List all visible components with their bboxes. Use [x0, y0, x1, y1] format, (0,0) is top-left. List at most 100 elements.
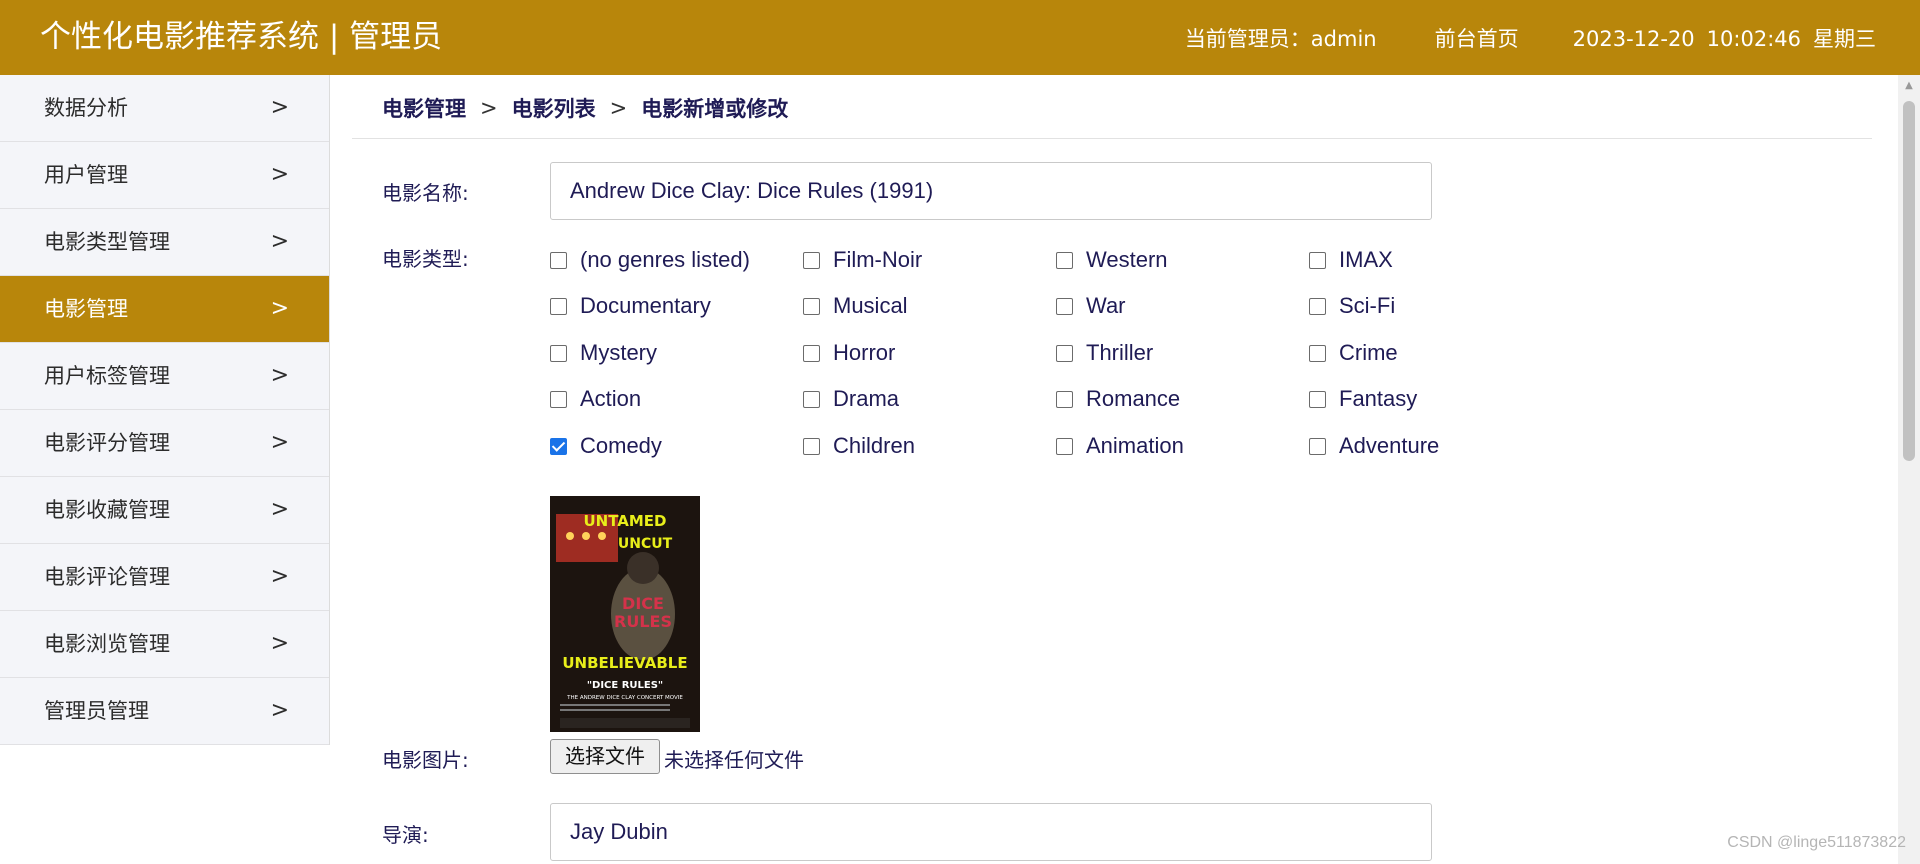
scroll-up-arrow-icon[interactable]: ▲ [1898, 75, 1920, 97]
genre-option[interactable]: Drama [803, 386, 899, 412]
genre-option[interactable]: Documentary [550, 293, 711, 319]
sidebar-item-label: 用户管理 [44, 163, 128, 187]
genre-option[interactable]: Comedy [550, 433, 662, 459]
sidebar-item-label: 管理员管理 [44, 699, 149, 723]
genre-option[interactable]: Horror [803, 340, 895, 366]
genre-option[interactable]: Musical [803, 293, 908, 319]
genre-label: Western [1086, 247, 1168, 272]
sidebar-item-label: 数据分析 [44, 96, 128, 120]
movie-name-input[interactable]: Andrew Dice Clay: Dice Rules (1991) [550, 162, 1432, 220]
chevron-right-icon: > [270, 162, 289, 187]
genre-option[interactable]: Thriller [1056, 340, 1153, 366]
genre-option[interactable]: Crime [1309, 340, 1398, 366]
genre-checkbox[interactable] [1056, 251, 1073, 269]
sidebar-item-label: 电影管理 [44, 297, 128, 321]
genre-label: Romance [1086, 386, 1181, 411]
genre-option[interactable]: Sci-Fi [1309, 293, 1395, 319]
poster-bulb [566, 532, 574, 540]
sidebar-item[interactable]: 电影收藏管理 > [0, 477, 329, 544]
sidebar-item[interactable]: 用户管理 > [0, 142, 329, 209]
poster-logos [560, 718, 690, 728]
breadcrumb-item-movie-management[interactable]: 电影管理 [382, 93, 466, 123]
breadcrumb-item-movie-list[interactable]: 电影列表 [512, 93, 596, 123]
poster-credits [560, 704, 670, 706]
genre-checkbox[interactable] [1056, 437, 1073, 455]
genre-checkbox[interactable] [1056, 390, 1073, 408]
genre-option[interactable]: Romance [1056, 386, 1180, 412]
genre-option[interactable]: Animation [1056, 433, 1184, 459]
sidebar-item[interactable]: 电影类型管理 > [0, 209, 329, 276]
current-admin-label: 当前管理员：admin [1184, 26, 1377, 51]
genre-option[interactable]: Action [550, 386, 641, 412]
genre-label: Mystery [580, 340, 657, 365]
genre-checkbox[interactable] [803, 344, 820, 362]
genre-checkbox[interactable] [1056, 344, 1073, 362]
sidebar-item[interactable]: 数据分析 > [0, 75, 329, 142]
chevron-right-icon: > [270, 631, 289, 656]
movie-name-label: 电影名称: [382, 181, 469, 205]
genre-checkbox[interactable] [550, 251, 567, 269]
genre-checkbox[interactable] [1309, 251, 1326, 269]
page-scrollbar[interactable]: ▲ [1898, 75, 1920, 864]
chevron-right-icon: > [270, 363, 289, 388]
frontend-home-link[interactable]: 前台首页 [1435, 23, 1519, 53]
movie-poster-image: UNTAMED UNCUT DICE RULES UNBELIEVABLE "D… [550, 496, 700, 732]
genre-checkbox[interactable] [550, 344, 567, 362]
genre-option[interactable]: War [1056, 293, 1126, 319]
scroll-thumb[interactable] [1903, 101, 1915, 461]
genre-checkbox[interactable] [803, 437, 820, 455]
genre-checkbox[interactable] [1309, 437, 1326, 455]
genre-option[interactable]: Western [1056, 247, 1168, 273]
chevron-right-icon: > [270, 698, 289, 723]
sidebar-item[interactable]: 电影浏览管理 > [0, 611, 329, 678]
sidebar-item[interactable]: 电影管理 > [0, 276, 329, 343]
sidebar-item-label: 电影评论管理 [44, 565, 170, 589]
sidebar-item[interactable]: 电影评论管理 > [0, 544, 329, 611]
genre-checkbox[interactable] [550, 297, 567, 315]
genre-checkbox[interactable] [803, 390, 820, 408]
genre-option[interactable]: Fantasy [1309, 386, 1417, 412]
genre-option[interactable]: Film-Noir [803, 247, 922, 273]
genre-checkbox[interactable] [803, 297, 820, 315]
genre-checkbox[interactable] [1309, 390, 1326, 408]
genre-option[interactable]: Adventure [1309, 433, 1439, 459]
genre-checkbox[interactable] [550, 390, 567, 408]
sidebar-item[interactable]: 电影评分管理 > [0, 410, 329, 477]
app-title: 个性化电影推荐系统 | 管理员 [40, 19, 443, 55]
chevron-right-icon: > [270, 296, 289, 321]
genre-label: Musical [833, 293, 908, 318]
genre-option[interactable]: Mystery [550, 340, 657, 366]
sidebar-item-label: 电影收藏管理 [44, 498, 170, 522]
chevron-right-icon: > [480, 96, 498, 120]
sidebar-item[interactable]: 管理员管理 > [0, 678, 329, 745]
poster-head [627, 552, 659, 584]
director-label: 导演: [382, 823, 429, 847]
sidebar-item[interactable]: 用户标签管理 > [0, 343, 329, 410]
choose-file-button[interactable]: 选择文件 [550, 739, 660, 774]
watermark: CSDN @linge511873822 [1727, 834, 1906, 851]
date-text: 2023-12-20 [1572, 26, 1695, 51]
sidebar-item-label: 电影类型管理 [44, 230, 170, 254]
genre-label: Animation [1086, 433, 1184, 458]
sidebar-item-label: 电影浏览管理 [44, 632, 170, 656]
genre-label: Horror [833, 340, 896, 365]
director-input[interactable]: Jay Dubin [550, 803, 1432, 861]
file-status-text: 未选择任何文件 [664, 748, 804, 772]
genre-checkbox[interactable] [803, 251, 820, 269]
poster-text-line5: UNBELIEVABLE [562, 654, 687, 672]
chevron-right-icon: > [270, 95, 289, 120]
genre-checkbox[interactable] [550, 437, 567, 455]
genre-checkbox[interactable] [1056, 297, 1073, 315]
genre-option[interactable]: IMAX [1309, 247, 1393, 273]
breadcrumb-divider [352, 138, 1872, 139]
genre-option[interactable]: (no genres listed) [550, 247, 750, 273]
movie-image-label: 电影图片: [382, 748, 469, 772]
genre-label: Action [580, 386, 642, 411]
chevron-right-icon: > [270, 564, 289, 589]
genre-option[interactable]: Children [803, 433, 915, 459]
movie-genre-label: 电影类型: [382, 247, 469, 271]
genre-checkbox[interactable] [1309, 297, 1326, 315]
genre-checkbox[interactable] [1309, 344, 1326, 362]
main-content: 电影管理 > 电影列表 > 电影新增或修改 电影名称: Andrew Dice … [352, 75, 1872, 864]
sidebar-item-label: 电影评分管理 [44, 431, 170, 455]
